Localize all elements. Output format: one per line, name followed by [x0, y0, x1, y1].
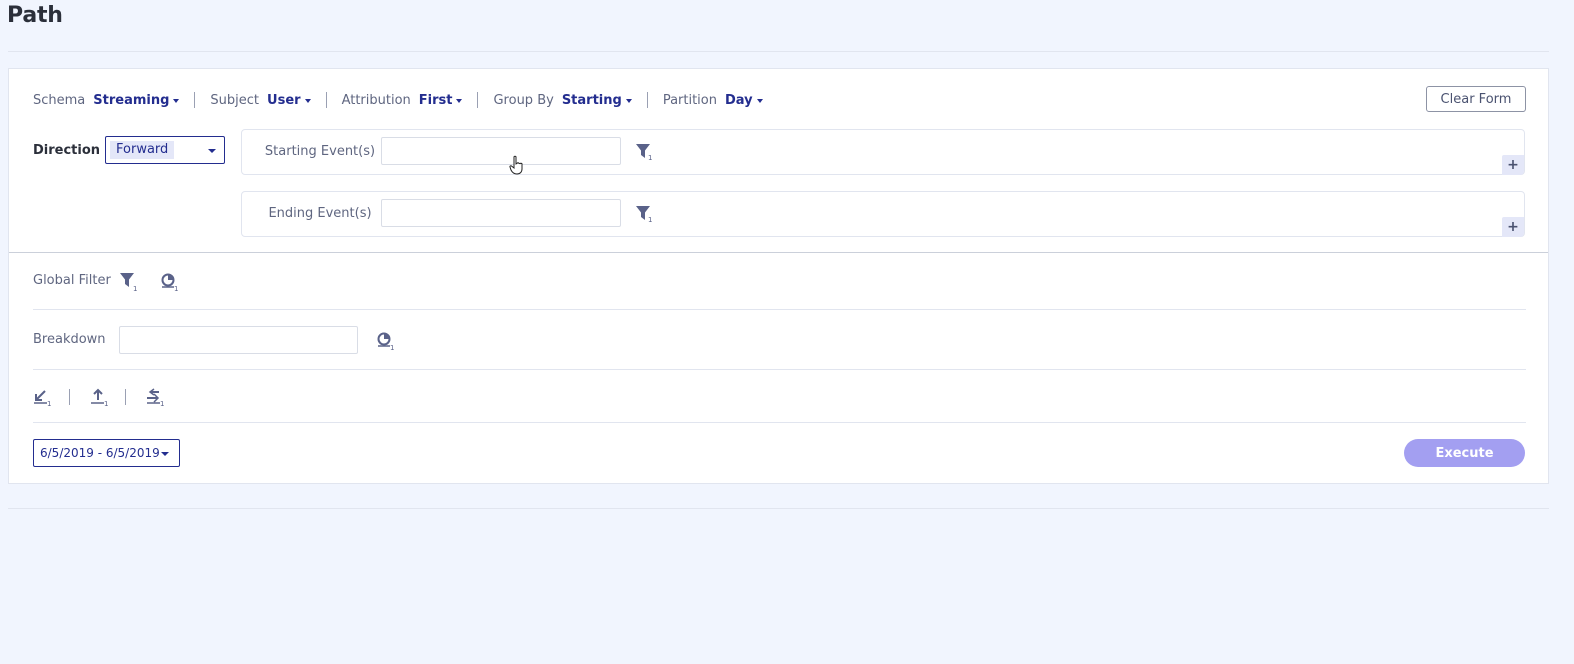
partition-value: Day	[725, 92, 753, 108]
row-divider	[33, 369, 1526, 370]
breakdown-segment-icon[interactable]: 1	[375, 331, 397, 351]
option-separator	[646, 92, 648, 108]
add-ending-event-button[interactable]: +	[1502, 217, 1524, 237]
caret-down-icon	[304, 99, 311, 103]
attribution-dropdown[interactable]: First	[419, 93, 463, 108]
segment-count: 1	[174, 285, 178, 292]
direction-label: Direction	[33, 143, 101, 158]
starting-events-input[interactable]	[381, 137, 621, 165]
caret-down-icon	[161, 452, 169, 456]
attribution-label: Attribution	[341, 92, 411, 108]
action-separator	[69, 389, 70, 405]
filter-count: 1	[648, 154, 652, 161]
ending-events-label: Ending Event(s)	[268, 206, 372, 221]
clear-form-button[interactable]: Clear Form	[1426, 86, 1526, 112]
direction-select[interactable]: Forward	[105, 136, 225, 164]
filter-count: 1	[133, 285, 137, 292]
date-range-value: 6/5/2019 - 6/5/2019	[40, 446, 160, 460]
upload-icon[interactable]: 1	[89, 387, 111, 407]
subject-label: Subject	[210, 92, 260, 108]
schema-label: Schema	[33, 92, 86, 108]
schema-dropdown[interactable]: Streaming	[93, 92, 180, 108]
caret-down-icon	[756, 99, 763, 103]
group-by-label: Group By	[493, 92, 554, 108]
schema-value: Streaming	[93, 92, 170, 108]
group-by-value: Starting	[561, 92, 622, 108]
subject-dropdown[interactable]: User	[267, 93, 311, 108]
global-filter-icon[interactable]: 1	[119, 272, 141, 292]
breakdown-label: Breakdown	[33, 332, 106, 347]
date-range-picker[interactable]: 6/5/2019 - 6/5/2019	[33, 439, 180, 467]
partition-dropdown[interactable]: Day	[725, 93, 763, 108]
row-divider	[33, 422, 1526, 423]
direction-value: Forward	[110, 141, 175, 159]
filter-icon[interactable]: 1	[635, 205, 653, 223]
group-by-option: Group By Starting	[493, 92, 632, 108]
caret-down-icon	[625, 99, 632, 103]
global-filter-label: Global Filter	[33, 273, 111, 288]
title-divider	[8, 51, 1549, 52]
execute-button[interactable]: Execute	[1404, 439, 1525, 467]
page-title: Path	[7, 3, 63, 28]
breakdown-count: 1	[390, 344, 394, 351]
swap-icon[interactable]: 1	[145, 387, 167, 407]
options-row: Schema Streaming Subject User Attributio…	[33, 91, 763, 109]
upload-count: 1	[104, 400, 108, 407]
import-icon[interactable]: 1	[32, 387, 54, 407]
schema-option: Schema Streaming	[33, 92, 180, 108]
option-separator	[325, 92, 327, 108]
caret-down-icon	[208, 149, 216, 153]
filter-count: 1	[648, 216, 652, 223]
partition-label: Partition	[662, 92, 717, 108]
option-separator	[194, 92, 196, 108]
segment-icon[interactable]: 1	[159, 272, 181, 292]
query-form-card: Schema Streaming Subject User Attributio…	[8, 68, 1549, 484]
attribution-value: First	[418, 92, 453, 108]
partition-option: Partition Day	[663, 93, 763, 108]
attribution-option: Attribution First	[342, 93, 463, 108]
filter-icon[interactable]: 1	[635, 143, 653, 161]
import-count: 1	[47, 400, 51, 407]
caret-down-icon	[456, 99, 463, 103]
hand-cursor-icon	[509, 155, 523, 175]
section-divider	[9, 252, 1548, 253]
caret-down-icon	[173, 99, 180, 103]
subject-option: Subject User	[210, 92, 311, 108]
starting-events-box: Starting Event(s) 1 +	[241, 129, 1525, 175]
row-divider	[33, 309, 1526, 310]
bottom-divider	[8, 508, 1549, 509]
swap-count: 1	[160, 400, 164, 407]
add-starting-event-button[interactable]: +	[1502, 155, 1524, 175]
option-separator	[477, 92, 479, 108]
ending-events-input[interactable]	[381, 199, 621, 227]
action-separator	[125, 389, 126, 405]
starting-events-label: Starting Event(s)	[264, 144, 376, 159]
group-by-dropdown[interactable]: Starting	[562, 93, 632, 108]
ending-events-box: Ending Event(s) 1 +	[241, 191, 1525, 237]
breakdown-input[interactable]	[119, 326, 358, 354]
subject-value: User	[267, 92, 301, 108]
